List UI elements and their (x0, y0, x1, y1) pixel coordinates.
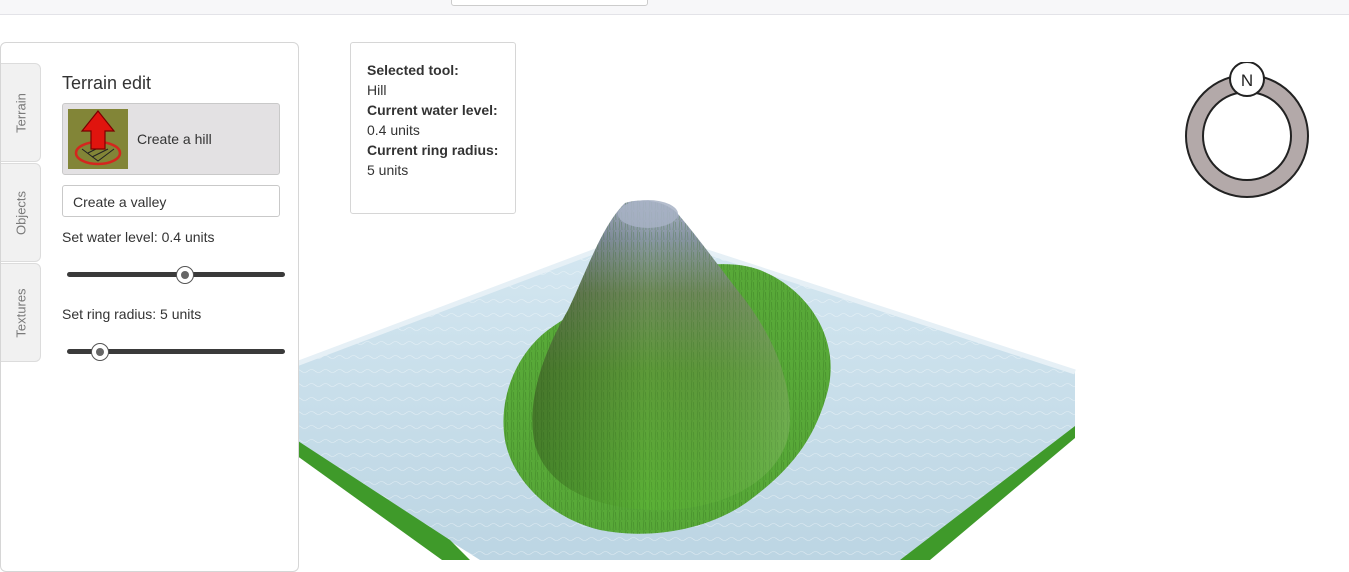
tab-textures[interactable]: Textures (1, 263, 41, 362)
compass-north-label: N (1241, 71, 1253, 90)
tab-objects[interactable]: Objects (1, 163, 41, 262)
tab-textures-label: Textures (13, 287, 28, 338)
compass-widget[interactable]: N (1183, 62, 1311, 202)
selected-tool-value: Hill (367, 82, 387, 98)
hill-tool-icon (68, 109, 128, 169)
tab-objects-label: Objects (13, 190, 28, 235)
selected-tool-heading: Selected tool: (367, 62, 459, 78)
water-level-slider[interactable] (67, 266, 285, 284)
create-valley-label: Create a valley (73, 194, 167, 210)
create-hill-button[interactable]: Create a hill (62, 103, 280, 175)
hill-peak (618, 200, 678, 228)
panel-title: Terrain edit (62, 73, 152, 93)
tab-terrain[interactable]: Terrain (1, 63, 41, 162)
terrain-edit-panel: Terrain Objects Textures Terrain edit Cr… (0, 42, 299, 572)
water-level-value: 0.4 units (367, 122, 420, 138)
water-level-label: Set water level: 0.4 units (62, 229, 215, 245)
water-level-heading: Current water level: (367, 102, 498, 118)
compass-north-marker: N (1229, 62, 1265, 97)
ring-radius-value: 5 units (367, 162, 409, 178)
ring-radius-slider[interactable] (67, 343, 285, 361)
create-valley-button[interactable]: Create a valley (62, 185, 280, 217)
ring-radius-slider-thumb[interactable] (90, 343, 109, 361)
status-info-box: Selected tool: Hill Current water level:… (350, 42, 516, 214)
water-level-slider-thumb[interactable] (175, 266, 194, 284)
tab-terrain-label: Terrain (13, 92, 28, 133)
create-hill-label: Create a hill (137, 131, 212, 147)
ring-radius-label: Set ring radius: 5 units (62, 306, 202, 322)
ring-radius-heading: Current ring radius: (367, 142, 499, 158)
